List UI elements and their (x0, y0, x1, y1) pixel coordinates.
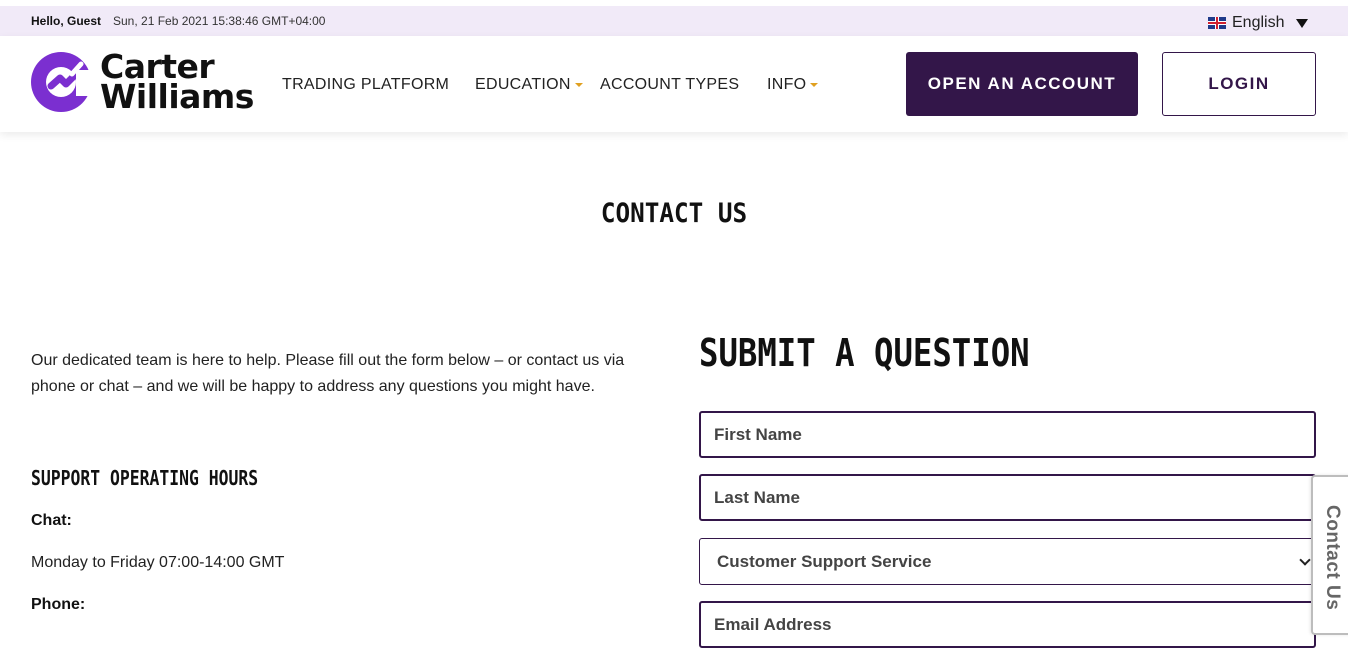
support-hours-heading: SUPPORT OPERATING HOURS (31, 466, 259, 490)
phone-label: Phone: (31, 596, 86, 613)
email-placeholder: Email Address (714, 614, 832, 634)
email-field[interactable]: Email Address (699, 601, 1316, 648)
nav-label: EDUCATION (475, 76, 571, 93)
nav-label: INFO (767, 76, 807, 93)
logo[interactable]: Carter Williams (31, 50, 254, 116)
open-account-button[interactable]: OPEN AN ACCOUNT (906, 52, 1138, 116)
logo-mark-icon (31, 52, 91, 112)
contact-us-tab-label: Contact Us (1322, 505, 1343, 611)
first-name-field[interactable]: First Name (699, 411, 1316, 458)
caret-down-icon (574, 83, 583, 87)
department-selected-value: Customer Support Service (717, 551, 932, 571)
datetime-text: Sun, 21 Feb 2021 15:38:46 GMT+04:00 (113, 14, 326, 28)
last-name-placeholder: Last Name (714, 487, 800, 507)
form-title: SUBMIT A QUESTION (699, 331, 1030, 375)
page-title: CONTACT US (600, 198, 748, 229)
logo-line-2: Williams (100, 77, 254, 116)
logo-wordmark: Carter Williams (100, 50, 254, 116)
chat-hours-text: Monday to Friday 07:00-14:00 GMT (31, 554, 285, 571)
chevron-down-icon (1299, 553, 1311, 566)
nav-trading-platform[interactable]: TRADING PLATFORM (282, 76, 449, 94)
greeting-text: Hello, Guest (31, 14, 102, 28)
chat-label: Chat: (31, 512, 72, 529)
nav-label: TRADING PLATFORM (282, 76, 450, 93)
language-selector[interactable]: English (1208, 14, 1309, 32)
first-name-placeholder: First Name (714, 424, 802, 444)
nav-education[interactable]: EDUCATION (475, 76, 583, 94)
intro-text: Our dedicated team is here to help. Plea… (31, 352, 625, 395)
nav-account-types[interactable]: ACCOUNT TYPES (600, 76, 739, 94)
contact-us-side-tab[interactable]: Contact Us (1311, 475, 1348, 635)
caret-down-icon (810, 83, 819, 87)
department-select[interactable]: Customer Support Service (699, 538, 1316, 585)
uk-flag-icon (1208, 17, 1226, 29)
top-bar: Hello, Guest Sun, 21 Feb 2021 15:38:46 G… (0, 6, 1348, 36)
caret-down-icon (1296, 18, 1309, 28)
last-name-field[interactable]: Last Name (699, 474, 1316, 521)
nav-label: ACCOUNT TYPES (600, 76, 740, 93)
site-header: Carter Williams TRADING PLATFORM EDUCATI… (0, 36, 1348, 132)
language-label: English (1232, 14, 1285, 31)
login-button[interactable]: LOGIN (1162, 52, 1316, 116)
nav-info[interactable]: INFO (767, 76, 819, 94)
